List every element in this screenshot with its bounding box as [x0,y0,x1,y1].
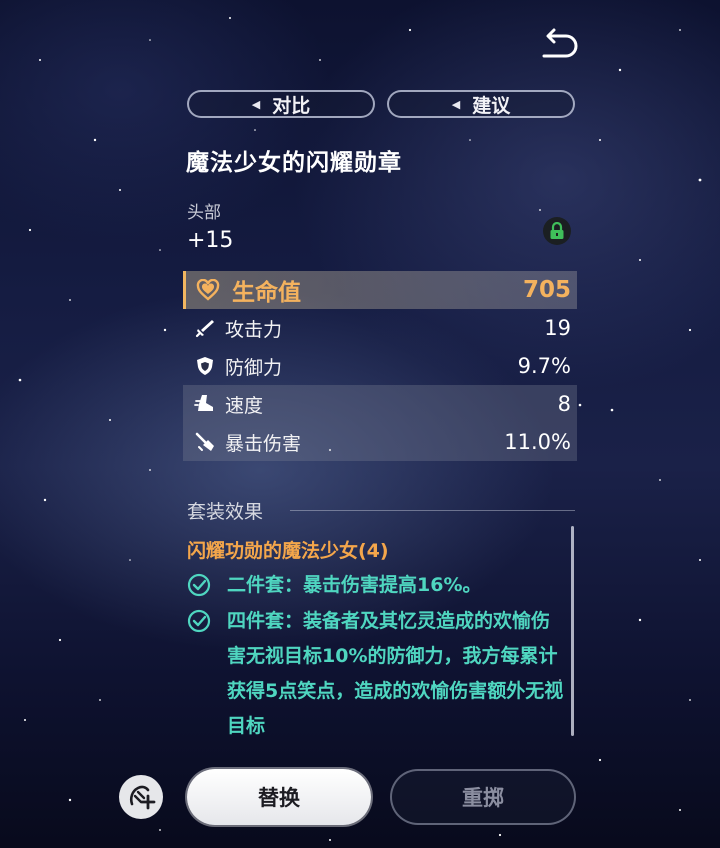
sub-stat-label: 暴击伤害 [225,432,302,455]
sub-stat-row: 暴击伤害 11.0% [183,423,577,461]
shield-icon [193,354,217,378]
sub-stat-label: 防御力 [225,356,283,379]
relic-filter-button[interactable] [119,775,163,819]
lock-icon [550,222,564,239]
compare-label: 对比 [272,94,311,117]
set-name: 闪耀功勋的魔法少女(4) [187,540,389,562]
sub-stat-row: 攻击力 19 [183,309,577,347]
relic-name: 魔法少女的闪耀勋章 [186,150,402,176]
set-effect-item: 二件套：暴击伤害提高16%。 [187,568,567,603]
main-stat-value: 705 [522,277,571,303]
sub-stat-value: 8 [557,392,571,416]
sub-stat-row: 速度 8 [183,385,577,423]
sword-icon [193,316,217,340]
heart-icon [196,278,220,302]
stats-panel: 生命值 705 攻击力 19 防御力 9.7% 速度 8 暴击伤害 11.0% [183,271,577,461]
set-bonus-header: 套装效果 [187,501,264,523]
sub-stat-label: 速度 [225,394,264,417]
main-stat-row: 生命值 705 [183,271,577,309]
lock-toggle[interactable] [543,217,571,245]
play-left-icon: ◀ [451,97,461,111]
boot-icon [193,392,217,416]
set-effect-text: 二件套：暴击伤害提高16%。 [227,574,482,596]
sub-stat-row: 防御力 9.7% [183,347,577,385]
set-effect-text: 四件套：装备者及其忆灵造成的欢愉伤害无视目标10%的防御力，我方每累计获得5点笑… [227,610,564,737]
divider [290,510,575,511]
suggest-button[interactable]: ◀ 建议 [387,90,575,118]
check-circle-icon [187,573,211,597]
crit-damage-icon [193,430,217,454]
reroll-button[interactable]: 重掷 [390,769,576,825]
replace-button[interactable]: 替换 [187,769,371,825]
sub-stat-label: 攻击力 [225,318,283,341]
check-circle-icon [187,609,211,633]
set-effect-item: 四件套：装备者及其忆灵造成的欢愉伤害无视目标10%的防御力，我方每累计获得5点笑… [187,604,567,744]
sub-stat-value: 9.7% [517,354,571,378]
sub-stat-value: 19 [544,316,571,340]
relic-plus-icon [129,785,156,810]
set-bonus-scrollbar[interactable] [571,526,574,736]
compare-button[interactable]: ◀ 对比 [187,90,375,118]
back-button[interactable] [536,26,580,66]
relic-level: +15 [187,228,234,253]
play-left-icon: ◀ [251,97,261,111]
return-arrow-icon [542,28,578,58]
sub-stat-value: 11.0% [504,430,571,454]
main-stat-label: 生命值 [232,280,301,306]
suggest-label: 建议 [472,94,511,117]
relic-slot: 头部 [187,203,221,223]
